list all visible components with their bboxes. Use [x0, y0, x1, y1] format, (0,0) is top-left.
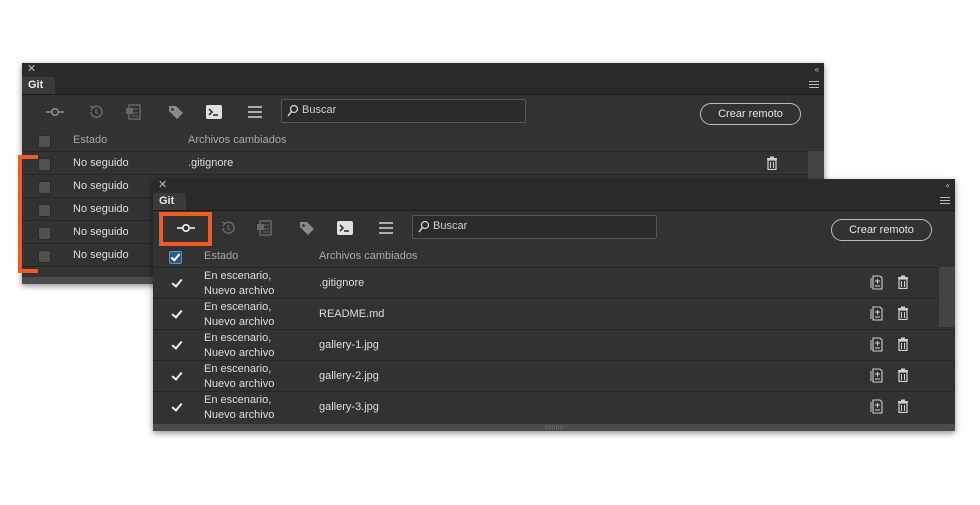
row-estado-line1: En escenario,	[204, 270, 272, 282]
panel-tab-row: Git	[153, 193, 955, 211]
list-item[interactable]: No seguido .gitignore	[22, 152, 824, 175]
diff-icon[interactable]	[870, 275, 883, 290]
stash-icon[interactable]	[125, 104, 143, 120]
tag-icon[interactable]	[298, 220, 316, 236]
row-archivo: README.md	[319, 308, 385, 320]
column-archivos: Archivos cambiados	[319, 250, 418, 262]
trash-icon[interactable]	[897, 337, 909, 351]
diff-icon[interactable]	[870, 399, 883, 414]
list-item[interactable]: En escenario, Nuevo archivo gallery-3.jp…	[153, 392, 955, 422]
horizontal-scrollbar[interactable]	[153, 424, 955, 431]
row-checkbox[interactable]	[38, 250, 51, 263]
tab-git[interactable]: Git	[153, 193, 186, 210]
list-icon[interactable]	[377, 220, 395, 236]
column-estado: Estado	[204, 250, 239, 262]
file-list: En escenario, Nuevo archivo .gitignore E…	[153, 268, 955, 422]
row-checkbox[interactable]	[171, 277, 182, 288]
row-estado-line2: Nuevo archivo	[204, 347, 275, 359]
close-icon[interactable]: ✕	[27, 62, 36, 76]
row-estado-line2: Nuevo archivo	[204, 316, 275, 328]
trash-icon[interactable]	[897, 368, 909, 382]
row-checkbox[interactable]	[171, 339, 182, 350]
close-icon[interactable]: ✕	[158, 178, 167, 192]
select-all-checkbox[interactable]	[169, 251, 182, 264]
row-checkbox[interactable]	[38, 181, 51, 194]
panel-titlebar: ✕ ‹‹	[22, 63, 824, 77]
git-toolbar: Buscar Crear remoto	[153, 211, 955, 246]
trash-icon[interactable]	[897, 275, 909, 289]
search-icon	[287, 104, 299, 117]
column-archivos: Archivos cambiados	[188, 134, 287, 146]
row-estado: No seguido	[73, 249, 129, 261]
panel-menu-icon[interactable]	[809, 81, 819, 90]
list-item[interactable]: En escenario, Nuevo archivo gallery-1.jp…	[153, 330, 955, 361]
diff-icon[interactable]	[870, 337, 883, 352]
trash-icon[interactable]	[897, 306, 909, 320]
column-estado: Estado	[73, 134, 108, 146]
trash-icon[interactable]	[766, 156, 778, 170]
list-item[interactable]: En escenario, Nuevo archivo .gitignore	[153, 268, 955, 299]
row-archivo: gallery-1.jpg	[319, 339, 379, 351]
row-estado-line1: En escenario,	[204, 363, 272, 375]
row-checkbox[interactable]	[38, 158, 51, 171]
row-estado: No seguido	[73, 226, 129, 238]
highlight-bracket	[18, 155, 38, 273]
row-estado-line1: En escenario,	[204, 301, 272, 313]
file-list-header: Estado Archivos cambiados	[22, 130, 824, 152]
search-input[interactable]: Buscar	[412, 215, 657, 239]
row-checkbox[interactable]	[171, 401, 182, 412]
list-icon[interactable]	[246, 104, 264, 120]
select-all-checkbox[interactable]	[38, 135, 51, 148]
search-placeholder: Buscar	[433, 220, 468, 232]
crear-remoto-button[interactable]: Crear remoto	[700, 103, 801, 125]
stash-icon[interactable]	[256, 220, 274, 236]
search-input[interactable]: Buscar	[281, 99, 526, 123]
row-archivo: .gitignore	[319, 277, 365, 289]
crear-remoto-button[interactable]: Crear remoto	[831, 219, 932, 241]
row-checkbox[interactable]	[38, 204, 51, 217]
row-archivo: gallery-3.jpg	[319, 401, 379, 413]
row-archivo: .gitignore	[188, 157, 234, 169]
search-placeholder: Buscar	[302, 104, 337, 116]
diff-icon[interactable]	[870, 368, 883, 383]
git-toolbar: Buscar Crear remoto	[22, 95, 824, 130]
terminal-icon[interactable]	[336, 220, 354, 236]
trash-icon[interactable]	[897, 399, 909, 413]
git-panel-front: ✕ ‹‹ Git Buscar Crear remoto Estado Arch…	[153, 179, 955, 431]
panel-menu-icon[interactable]	[940, 197, 950, 206]
row-estado-line1: En escenario,	[204, 394, 272, 406]
collapse-icon[interactable]: ‹‹	[946, 179, 950, 193]
row-checkbox[interactable]	[171, 308, 182, 319]
row-estado: No seguido	[73, 157, 129, 169]
search-icon	[418, 220, 430, 233]
history-icon[interactable]	[87, 104, 105, 120]
resize-grip[interactable]	[545, 426, 563, 429]
row-archivo: gallery-2.jpg	[319, 370, 379, 382]
file-list-header: Estado Archivos cambiados	[153, 246, 955, 268]
row-estado: No seguido	[73, 203, 129, 215]
tag-icon[interactable]	[167, 104, 185, 120]
list-item[interactable]: En escenario, Nuevo archivo gallery-2.jp…	[153, 361, 955, 392]
tab-git[interactable]: Git	[22, 77, 55, 94]
row-estado-line2: Nuevo archivo	[204, 285, 275, 297]
commit-icon[interactable]	[46, 104, 64, 120]
row-estado-line2: Nuevo archivo	[204, 378, 275, 390]
terminal-icon[interactable]	[205, 104, 223, 120]
list-item[interactable]: En escenario, Nuevo archivo README.md	[153, 299, 955, 330]
row-checkbox[interactable]	[38, 227, 51, 240]
history-icon[interactable]	[219, 220, 237, 236]
vertical-scrollbar[interactable]	[939, 267, 955, 327]
row-estado: No seguido	[73, 180, 129, 192]
panel-tab-row: Git	[22, 77, 824, 95]
row-checkbox[interactable]	[171, 370, 182, 381]
highlight-commit-box	[159, 212, 212, 246]
diff-icon[interactable]	[870, 306, 883, 321]
row-estado-line1: En escenario,	[204, 332, 272, 344]
panel-titlebar: ✕ ‹‹	[153, 179, 955, 193]
collapse-icon[interactable]: ‹‹	[815, 63, 819, 77]
row-estado-line2: Nuevo archivo	[204, 409, 275, 421]
